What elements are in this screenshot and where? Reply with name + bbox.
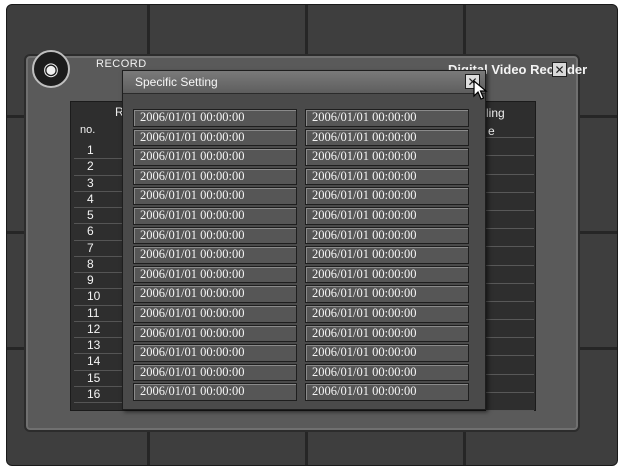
table-cell bbox=[486, 156, 534, 175]
mouse-pointer-icon bbox=[473, 80, 488, 100]
end-time-field[interactable]: 2006/01/01 00:00:00 bbox=[305, 383, 469, 401]
table-cell bbox=[486, 175, 534, 193]
start-time-column: 2006/01/01 00:00:00 2006/01/01 00:00:00 20… bbox=[133, 109, 297, 403]
row-number-header: no. bbox=[80, 124, 96, 136]
row-number: 3 bbox=[74, 176, 124, 192]
table-cell bbox=[486, 356, 534, 375]
table-cell bbox=[486, 193, 534, 211]
row-number: 9 bbox=[74, 273, 124, 290]
table-cell bbox=[486, 138, 534, 157]
table-cell bbox=[486, 229, 534, 248]
row-number: 8 bbox=[74, 257, 124, 273]
end-time-field[interactable]: 2006/01/01 00:00:00 bbox=[305, 363, 469, 382]
table-cell bbox=[486, 211, 534, 230]
end-time-field[interactable]: 2006/01/01 00:00:00 bbox=[305, 187, 469, 205]
table-cell bbox=[486, 266, 534, 284]
end-time-field[interactable]: 2006/01/01 00:00:00 bbox=[305, 324, 469, 343]
dialog-title: Specific Setting bbox=[135, 75, 218, 89]
start-time-field[interactable]: 2006/01/01 00:00:00 bbox=[133, 344, 297, 362]
end-time-field[interactable]: 2006/01/01 00:00:00 bbox=[305, 265, 469, 284]
table-cell bbox=[486, 393, 534, 411]
table-cell bbox=[486, 302, 534, 321]
start-time-field[interactable]: 2006/01/01 00:00:00 bbox=[133, 109, 297, 127]
camera-icon: ◉ bbox=[32, 50, 70, 88]
table-cell bbox=[486, 247, 534, 266]
row-number-list: 1 2 3 4 5 6 7 8 9 10 11 12 13 14 15 16 bbox=[74, 143, 124, 403]
start-time-field[interactable]: 2006/01/01 00:00:00 bbox=[133, 246, 297, 264]
end-time-field[interactable]: 2006/01/01 00:00:00 bbox=[305, 285, 469, 303]
row-number: 16 bbox=[74, 387, 124, 403]
recorder-close-button[interactable]: ✕ bbox=[552, 62, 567, 77]
end-time-field[interactable]: 2006/01/01 00:00:00 bbox=[305, 226, 469, 245]
row-number: 4 bbox=[74, 192, 124, 208]
specific-setting-dialog: Specific Setting ✕ 2006/01/01 00:00:00 20… bbox=[122, 70, 488, 410]
column-header-fragment: ling bbox=[486, 106, 505, 120]
end-time-column: 2006/01/01 00:00:00 2006/01/01 00:00:00 20… bbox=[305, 109, 469, 403]
start-time-field[interactable]: 2006/01/01 00:00:00 bbox=[133, 304, 297, 323]
table-cell bbox=[486, 320, 534, 339]
table-cell bbox=[486, 284, 534, 302]
row-number: 2 bbox=[74, 159, 124, 176]
row-number: 12 bbox=[74, 322, 124, 338]
right-column-cells bbox=[486, 120, 534, 411]
start-time-field[interactable]: 2006/01/01 00:00:00 bbox=[133, 167, 297, 186]
start-time-field[interactable]: 2006/01/01 00:00:00 bbox=[133, 285, 297, 303]
start-time-field[interactable]: 2006/01/01 00:00:00 bbox=[133, 265, 297, 284]
end-time-field[interactable]: 2006/01/01 00:00:00 bbox=[305, 109, 469, 127]
row-number: 15 bbox=[74, 371, 124, 387]
start-time-field[interactable]: 2006/01/01 00:00:00 bbox=[133, 187, 297, 205]
row-number: 7 bbox=[74, 241, 124, 257]
start-time-field[interactable]: 2006/01/01 00:00:00 bbox=[133, 128, 297, 147]
end-time-field[interactable]: 2006/01/01 00:00:00 bbox=[305, 128, 469, 147]
end-time-field[interactable]: 2006/01/01 00:00:00 bbox=[305, 148, 469, 166]
row-number: 6 bbox=[74, 224, 124, 241]
end-time-field[interactable]: 2006/01/01 00:00:00 bbox=[305, 167, 469, 186]
row-number: 10 bbox=[74, 289, 124, 306]
row-number: 14 bbox=[74, 354, 124, 371]
start-time-field[interactable]: 2006/01/01 00:00:00 bbox=[133, 324, 297, 343]
row-number: 5 bbox=[74, 208, 124, 225]
end-time-field[interactable]: 2006/01/01 00:00:00 bbox=[305, 344, 469, 362]
row-number: 13 bbox=[74, 338, 124, 355]
table-cell bbox=[486, 338, 534, 357]
start-time-field[interactable]: 2006/01/01 00:00:00 bbox=[133, 206, 297, 225]
table-cell bbox=[486, 120, 534, 139]
start-time-field[interactable]: 2006/01/01 00:00:00 bbox=[133, 383, 297, 401]
end-time-field[interactable]: 2006/01/01 00:00:00 bbox=[305, 206, 469, 225]
end-time-field[interactable]: 2006/01/01 00:00:00 bbox=[305, 246, 469, 264]
row-number: 1 bbox=[74, 143, 124, 160]
table-cell bbox=[486, 375, 534, 393]
start-time-field[interactable]: 2006/01/01 00:00:00 bbox=[133, 226, 297, 245]
end-time-field[interactable]: 2006/01/01 00:00:00 bbox=[305, 304, 469, 323]
start-time-field[interactable]: 2006/01/01 00:00:00 bbox=[133, 148, 297, 166]
row-number: 11 bbox=[74, 306, 124, 322]
record-tab[interactable]: RECORD bbox=[96, 58, 147, 70]
start-time-field[interactable]: 2006/01/01 00:00:00 bbox=[133, 363, 297, 382]
